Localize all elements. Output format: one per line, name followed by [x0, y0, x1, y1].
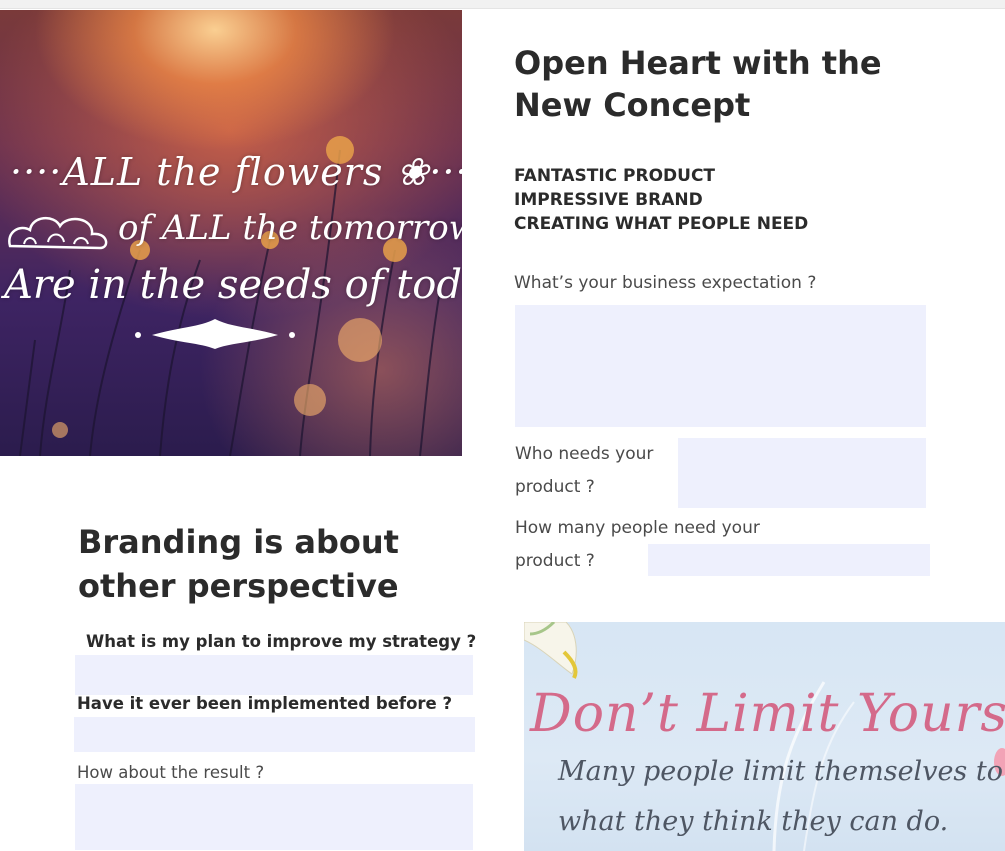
page-title: Open Heart with the New Concept	[514, 44, 882, 124]
flourish-ornament-icon	[135, 319, 295, 349]
who-needs-label-line2: product ?	[515, 477, 595, 497]
cloud-doodle-icon	[8, 217, 108, 250]
feature-item: IMPRESSIVE BRAND	[514, 190, 703, 210]
quote-line-1: ····ALL the flowers ❀···	[10, 150, 462, 194]
business-expectation-label: What’s your business expectation ?	[514, 273, 817, 293]
motivation-headline: Don’t Limit Yourself	[530, 684, 1005, 744]
dont-limit-yourself-image: Don’t Limit Yourself Many people limit t…	[524, 622, 1005, 851]
who-needs-field[interactable]	[678, 438, 926, 508]
feature-item: FANTASTIC PRODUCT	[514, 166, 716, 186]
result-field[interactable]	[75, 784, 473, 850]
result-question: How about the result ?	[77, 763, 265, 782]
motivation-line-2: what they think they can do.	[558, 806, 949, 837]
quote-line-2: of ALL the tomorrows	[118, 208, 462, 248]
quote-line-3: Are in the seeds of today··	[4, 262, 462, 308]
strategy-field[interactable]	[75, 655, 473, 695]
flowers-quote-image: ····ALL the flowers ❀··· of ALL the tomo…	[0, 10, 462, 456]
feature-list: FANTASTIC PRODUCT IMPRESSIVE BRAND CREAT…	[514, 164, 808, 236]
implemented-field[interactable]	[74, 717, 475, 752]
branding-title: Branding is about other perspective	[78, 523, 399, 605]
feature-item: CREATING WHAT PEOPLE NEED	[514, 214, 809, 234]
motivation-line-1: Many people limit themselves to	[558, 756, 1003, 787]
strategy-question: What is my plan to improve my strategy ?	[86, 632, 477, 651]
how-many-label-line1: How many people need your	[515, 518, 760, 538]
who-needs-label-line1: Who needs your	[515, 444, 654, 464]
how-many-field[interactable]	[648, 544, 930, 576]
business-expectation-field[interactable]	[515, 305, 926, 427]
top-border	[0, 0, 1005, 9]
how-many-label-line2: product ?	[515, 551, 595, 571]
implemented-question: Have it ever been implemented before ?	[77, 694, 453, 713]
